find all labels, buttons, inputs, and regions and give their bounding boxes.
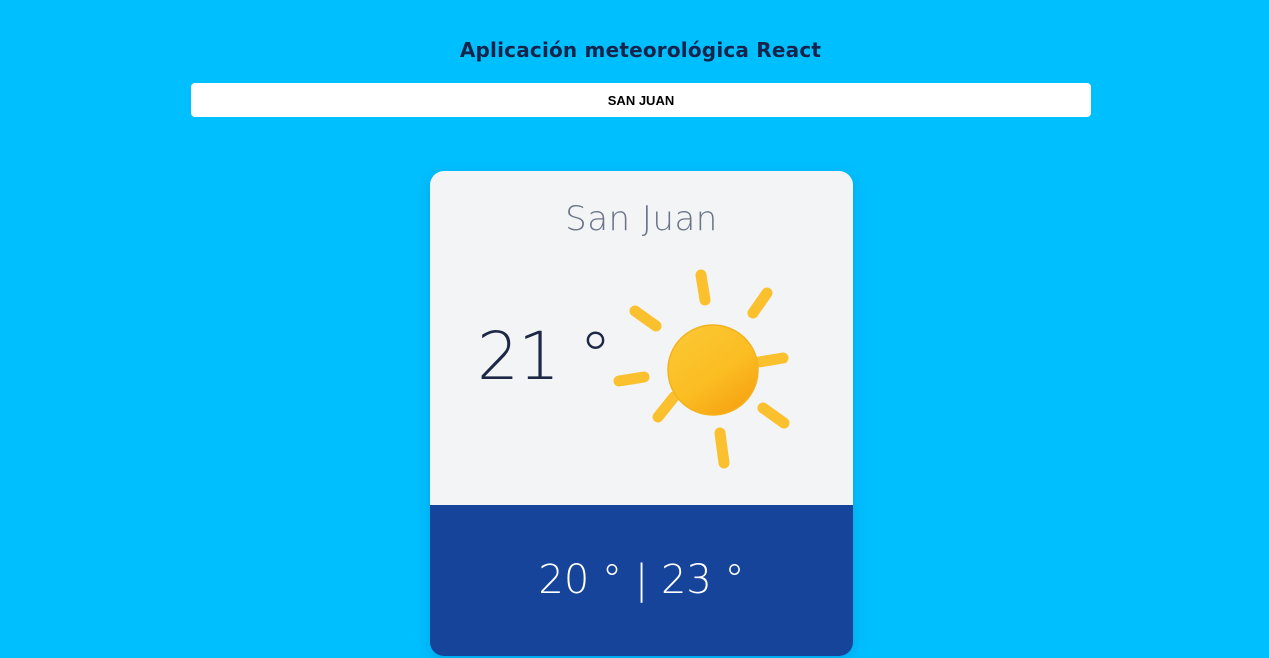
weather-card-bottom: 20 ° | 23 °: [430, 505, 853, 656]
min-max-temperature: 20 ° | 23 °: [538, 557, 745, 603]
city-name: San Juan: [565, 199, 718, 239]
sun-icon: [613, 269, 790, 469]
page: Aplicación meteorológica React San Juan …: [0, 0, 1269, 658]
weather-card: San Juan 21 ° 20 ° | 23 °: [430, 171, 853, 656]
weather-card-top: San Juan 21 °: [430, 171, 853, 505]
app-title: Aplicación meteorológica React: [459, 38, 822, 62]
current-temperature: 21 °: [477, 318, 612, 395]
city-search-input[interactable]: [191, 83, 1091, 117]
